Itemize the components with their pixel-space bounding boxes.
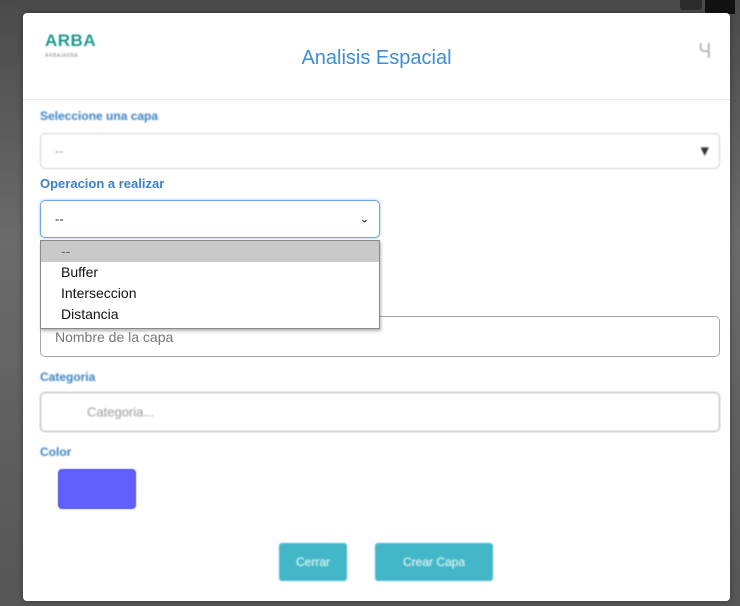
operation-label: Operacion a realizar (40, 176, 165, 191)
modal-header: ARBA ARBA/ARBA Analisis Espacial Ч (23, 13, 730, 100)
background-icon (680, 0, 702, 10)
chevron-down-icon: ⌄ (359, 212, 369, 226)
color-label: Color (40, 445, 72, 459)
close-icon[interactable]: Ч (698, 39, 712, 63)
operation-option[interactable]: -- (41, 241, 379, 262)
operation-select-value: -- (55, 211, 64, 227)
layer-name-placeholder: Nombre de la capa (55, 328, 174, 345)
layer-select-value: -- (55, 143, 64, 159)
category-placeholder: Categoria... (87, 404, 155, 420)
operation-dropdown-list: -- Buffer Interseccion Distancia (40, 240, 380, 329)
operation-option-distancia[interactable]: Distancia (41, 304, 379, 325)
close-button[interactable]: Cerrar (279, 543, 347, 581)
operation-option-interseccion[interactable]: Interseccion (41, 283, 379, 304)
category-label: Categoria (40, 370, 96, 384)
chevron-down-icon: ▼ (700, 144, 709, 158)
layer-select[interactable]: -- ▼ (40, 133, 720, 169)
create-layer-button[interactable]: Crear Capa (375, 543, 493, 581)
category-input[interactable]: Categoria... (40, 392, 720, 432)
modal-title: Analisis Espacial (301, 47, 452, 69)
operation-select[interactable]: -- ⌄ (40, 200, 380, 238)
color-picker[interactable] (58, 469, 136, 509)
layer-label: Seleccione una capa (40, 109, 159, 123)
operation-option-buffer[interactable]: Buffer (41, 262, 379, 283)
background-element (705, 0, 735, 14)
